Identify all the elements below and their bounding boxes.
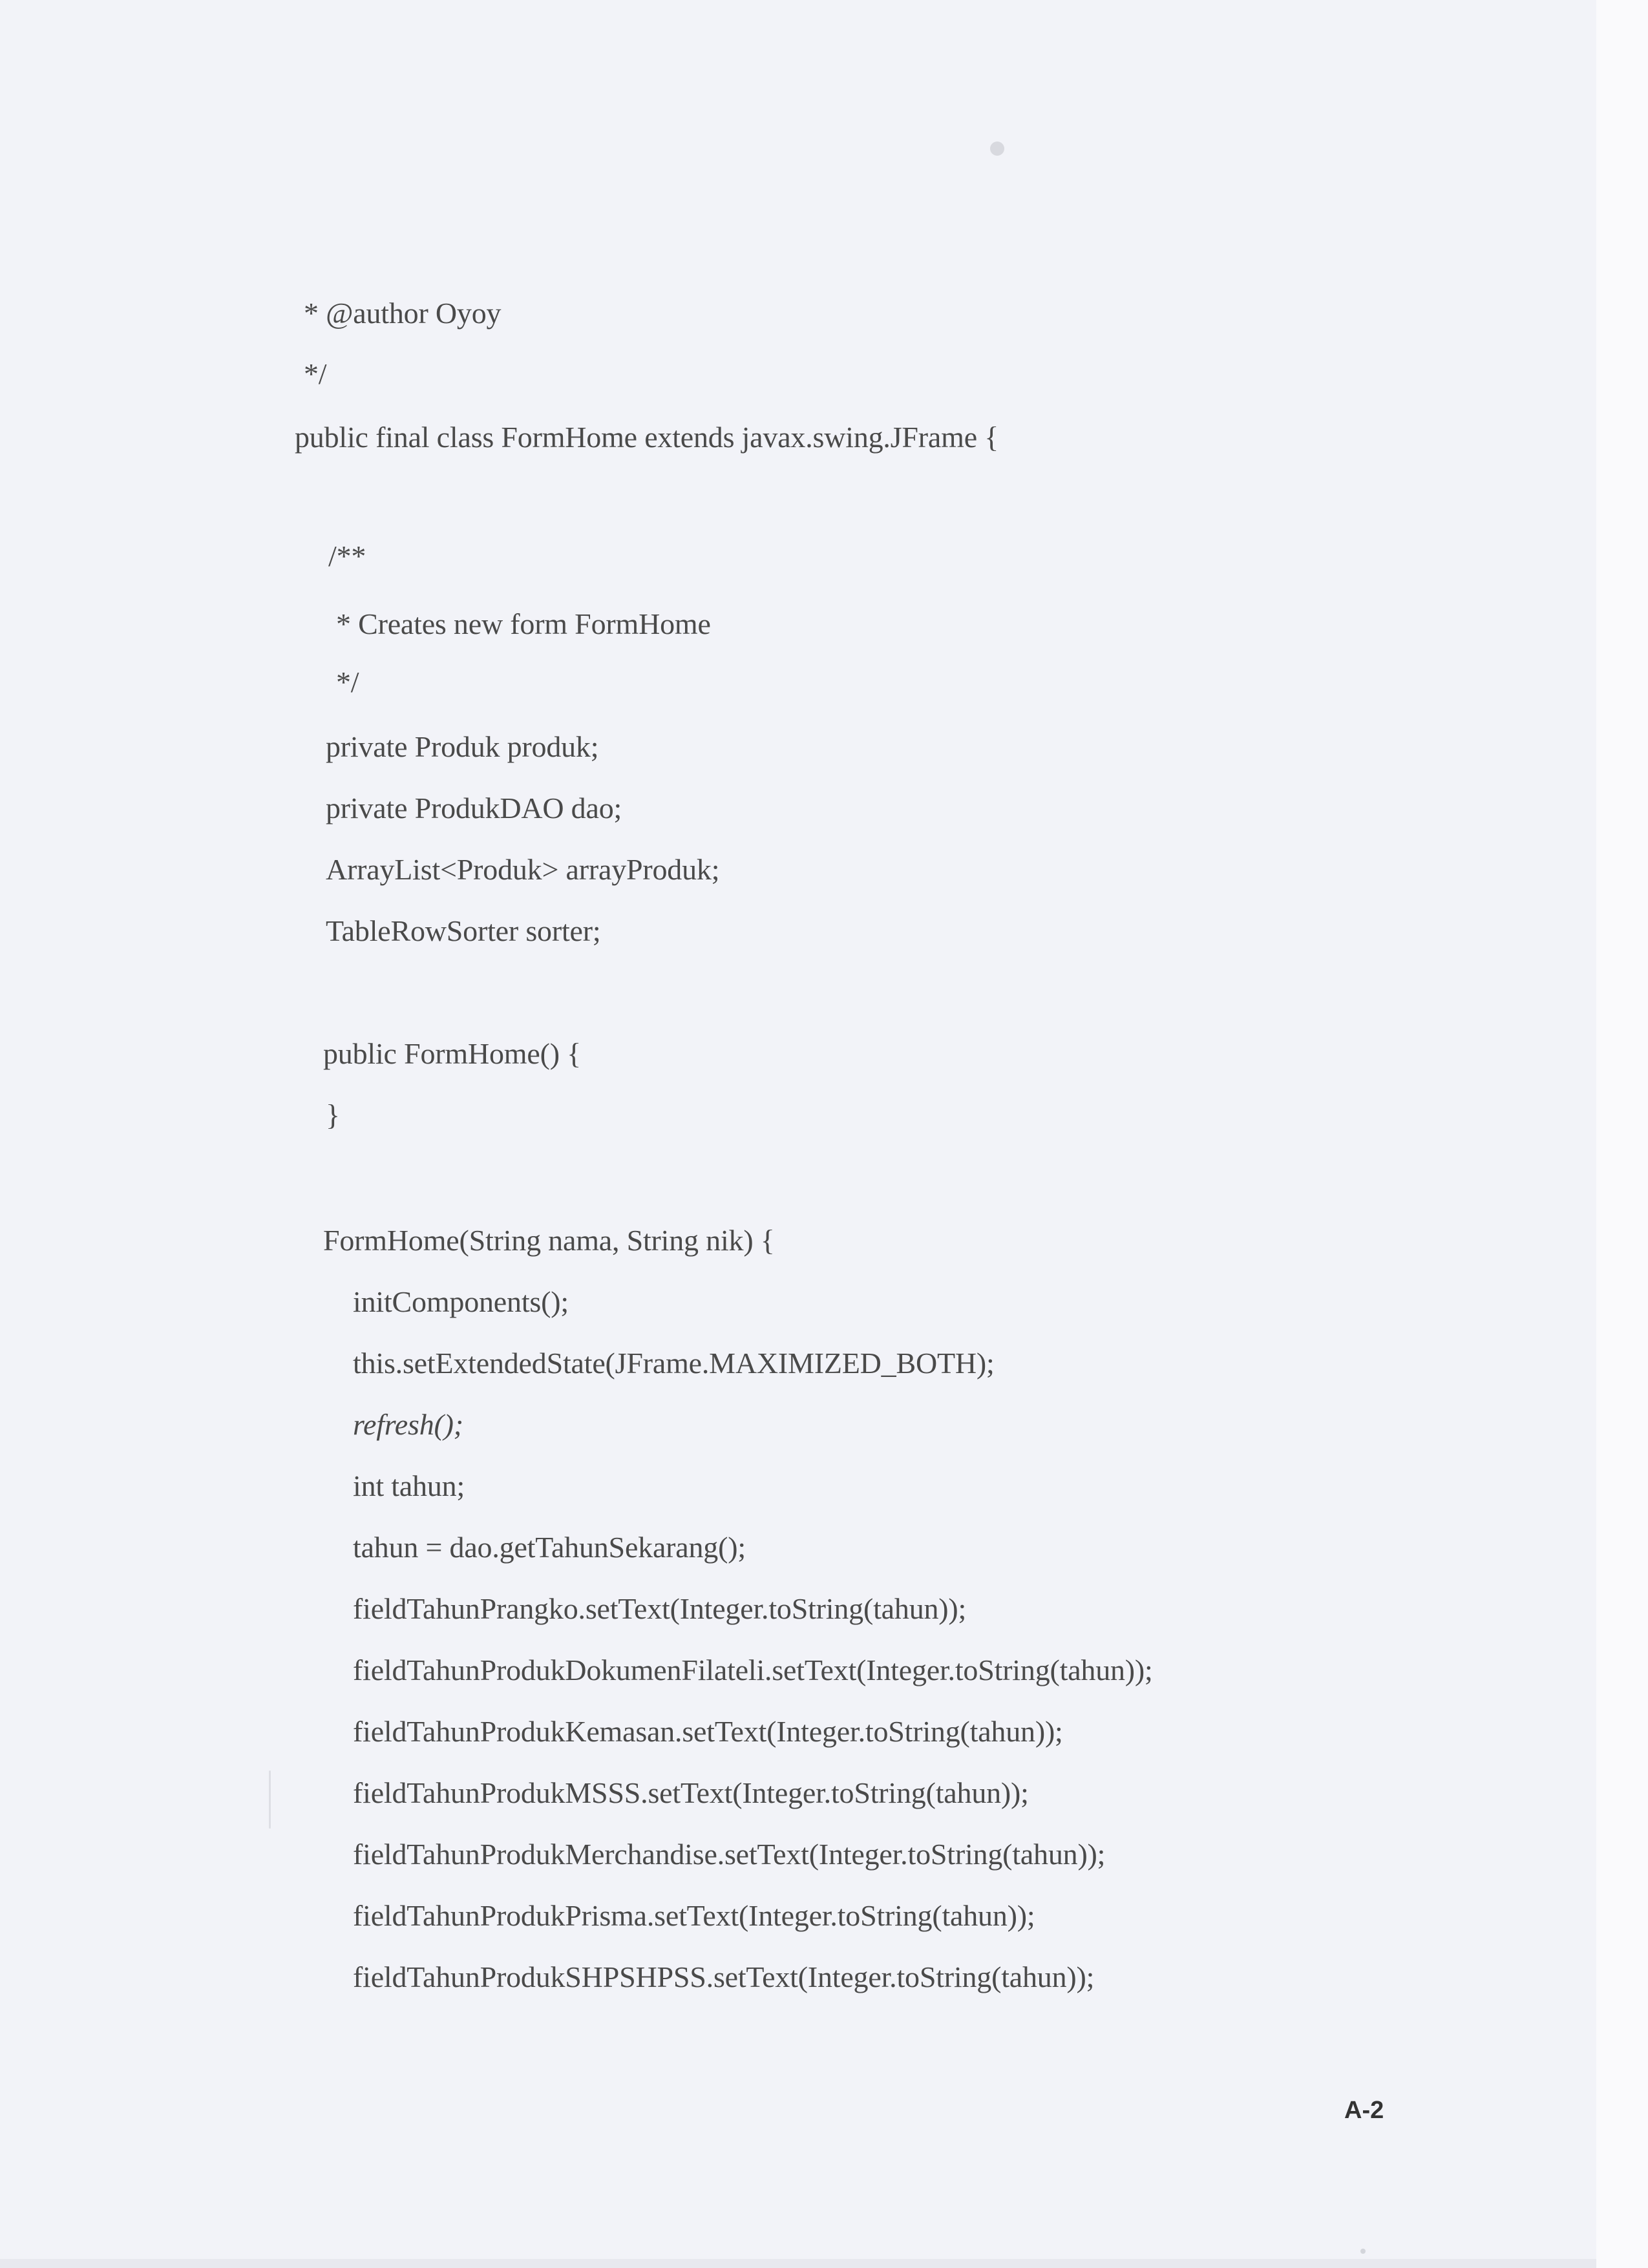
code-line: int tahun; [353,1469,465,1502]
code-line: this.setExtendedState(JFrame.MAXIMIZED_B… [353,1347,995,1380]
code-line: public FormHome() { [323,1037,581,1070]
code-line: fieldTahunProdukMerchandise.setText(Inte… [353,1838,1106,1871]
code-line: public final class FormHome extends java… [295,421,999,454]
code-line: TableRowSorter sorter; [326,914,601,947]
code-line: /** [328,540,366,572]
code-line: private Produk produk; [326,730,599,763]
code-line: fieldTahunProdukKemasan.setText(Integer.… [353,1715,1063,1748]
code-line: fieldTahunProdukPrisma.setText(Integer.t… [353,1899,1035,1932]
scan-margin [1596,0,1648,2268]
code-line: fieldTahunProdukSHPSHPSS.setText(Integer… [353,1960,1095,1993]
code-line: fieldTahunProdukMSSS.setText(Integer.toS… [353,1776,1029,1809]
code-line: fieldTahunPrangko.setText(Integer.toStri… [353,1592,967,1625]
paper-speck [1360,2249,1366,2254]
code-line: FormHome(String nama, String nik) { [323,1224,775,1257]
paper-mark [269,1770,271,1829]
code-line: ArrayList<Produk> arrayProduk; [326,853,720,886]
code-line: */ [304,357,327,390]
code-line: fieldTahunProdukDokumenFilateli.setText(… [353,1654,1153,1686]
code-line: initComponents(); [353,1285,569,1318]
code-line: } [326,1098,340,1131]
code-line: * Creates new form FormHome [336,607,711,640]
code-line: private ProdukDAO dao; [326,792,622,824]
code-line: tahun = dao.getTahunSekarang(); [353,1531,746,1564]
paper-speck [990,142,1004,156]
code-listing: * @author Oyoy */ public final class For… [0,0,1596,2259]
code-line: */ [336,666,359,698]
page-number: A-2 [1344,2097,1384,2124]
code-line: refresh(); [353,1408,463,1441]
code-line: * @author Oyoy [304,297,502,330]
